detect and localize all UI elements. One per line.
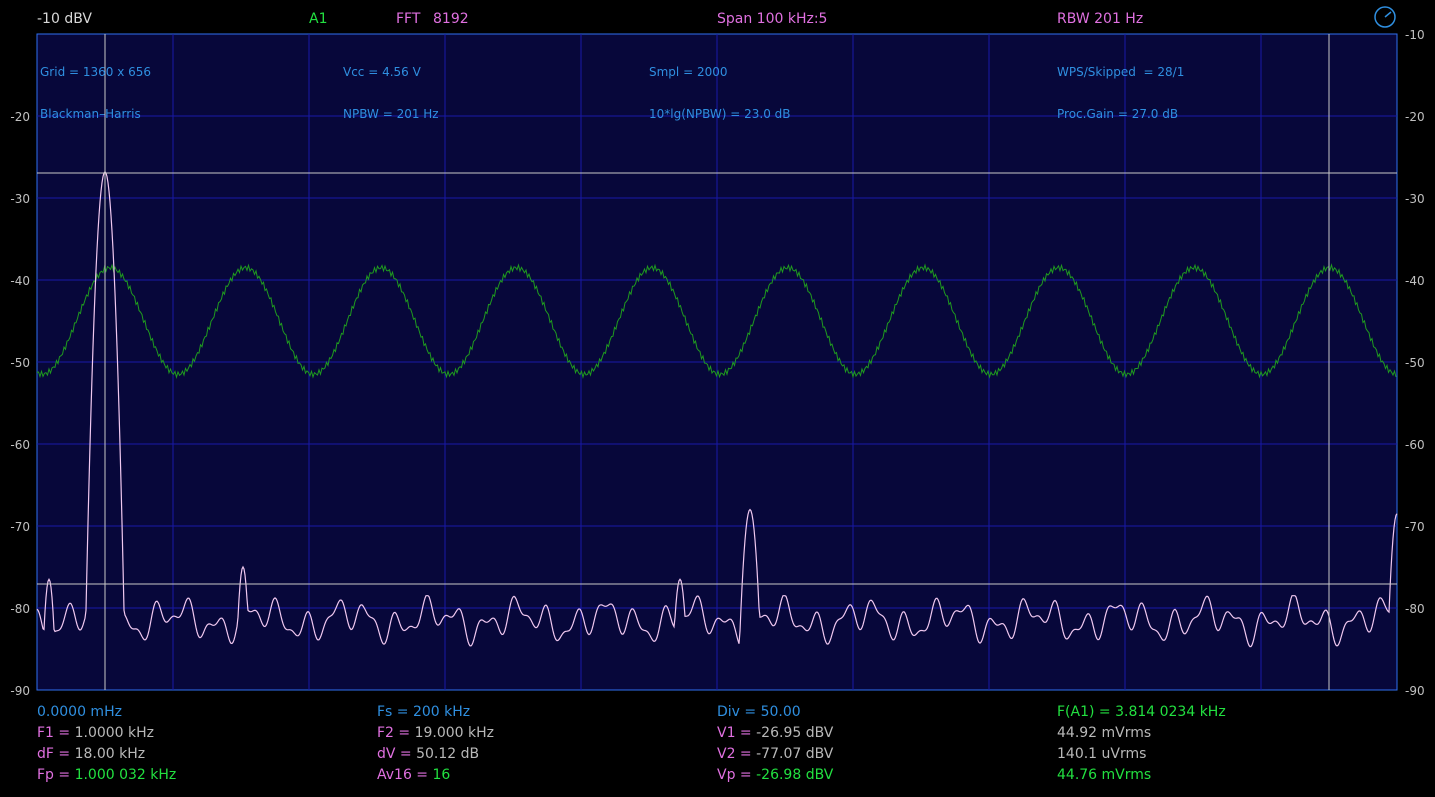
y-left-label: -90 <box>10 684 30 698</box>
info-vcc: Vcc = 4.56 V <box>343 65 421 79</box>
info-smpl: Smpl = 2000 <box>649 65 728 79</box>
start-frequency[interactable]: 0.0000 mHz <box>37 704 122 720</box>
fp-value: 1.000 032 kHz <box>74 767 177 783</box>
y-left-label: -60 <box>10 438 30 452</box>
df-label: dF = <box>37 746 75 762</box>
f2-label: F2 = <box>377 725 415 741</box>
f2-readout[interactable]: F2 = 19.000 kHz <box>377 725 494 741</box>
fundamental-frequency: F(A1) = 3.814 0234 kHz <box>1057 704 1226 720</box>
f1-value: 1.0000 kHz <box>74 725 155 741</box>
fp-readout[interactable]: Fp = 1.000 032 kHz <box>37 767 176 783</box>
y-right-label: -80 <box>1405 602 1425 616</box>
info-proc-gain: Proc.Gain = 27.0 dB <box>1057 107 1179 121</box>
vp-label: Vp = <box>717 767 757 783</box>
v2-value: -77.07 dBV <box>756 746 834 762</box>
y-right-label: -10 <box>1405 28 1425 42</box>
y-left-label: -30 <box>10 192 30 206</box>
dv-label: dV = <box>377 746 417 762</box>
df-value: 18.00 kHz <box>74 746 146 762</box>
average-readout[interactable]: Av16 = 16 <box>377 767 450 783</box>
info-col-smpl: Smpl = 2000 10*lg(NPBW) = 23.0 dB <box>649 37 791 135</box>
y-right-label: -90 <box>1405 684 1425 698</box>
y-left-label: -50 <box>10 356 30 370</box>
average-label: Av16 = <box>377 767 433 783</box>
v2-label: V2 = <box>717 746 757 762</box>
info-npbw-db: 10*lg(NPBW) = 23.0 dB <box>649 107 791 121</box>
y-right-label: -30 <box>1405 192 1425 206</box>
f1-readout[interactable]: F1 = 1.0000 kHz <box>37 725 154 741</box>
v1-readout[interactable]: V1 = -26.95 dBV <box>717 725 833 741</box>
average-value: 16 <box>432 767 451 783</box>
f1-label: F1 = <box>37 725 75 741</box>
v2-readout[interactable]: V2 = -77.07 dBV <box>717 746 833 762</box>
info-wps: WPS/Skipped = 28/1 <box>1057 65 1185 79</box>
df-readout[interactable]: dF = 18.00 kHz <box>37 746 145 762</box>
y-right-label: -70 <box>1405 520 1425 534</box>
v2-rms: 140.1 uVrms <box>1057 746 1147 762</box>
info-col-wps: WPS/Skipped = 28/1 Proc.Gain = 27.0 dB <box>1057 37 1184 135</box>
y-left-label: -20 <box>10 110 30 124</box>
y-right-label: -20 <box>1405 110 1425 124</box>
info-col-grid: Grid = 1360 x 656 Blackman–Harris <box>40 37 151 135</box>
info-grid-size: Grid = 1360 x 656 <box>40 65 152 79</box>
division-setting[interactable]: Div = 50.00 <box>717 704 801 720</box>
dv-value: 50.12 dB <box>416 746 480 762</box>
v1-rms: 44.92 mVrms <box>1057 725 1152 741</box>
y-right-label: -60 <box>1405 438 1425 452</box>
fp-label: Fp = <box>37 767 75 783</box>
y-left-label: -40 <box>10 274 30 288</box>
vp-value: -26.98 dBV <box>756 767 834 783</box>
info-npbw: NPBW = 201 Hz <box>343 107 439 121</box>
info-window: Blackman–Harris <box>40 107 141 121</box>
v1-value: -26.95 dBV <box>756 725 834 741</box>
vp-rms: 44.76 mVrms <box>1057 767 1152 783</box>
vp-readout[interactable]: Vp = -26.98 dBV <box>717 767 833 783</box>
dv-readout[interactable]: dV = 50.12 dB <box>377 746 479 762</box>
y-right-label: -40 <box>1405 274 1425 288</box>
y-left-label: -80 <box>10 602 30 616</box>
sample-rate[interactable]: Fs = 200 kHz <box>377 704 470 720</box>
y-left-label: -70 <box>10 520 30 534</box>
f2-value: 19.000 kHz <box>414 725 495 741</box>
y-right-label: -50 <box>1405 356 1425 370</box>
v1-label: V1 = <box>717 725 757 741</box>
info-col-vcc: Vcc = 4.56 V NPBW = 201 Hz <box>343 37 439 135</box>
